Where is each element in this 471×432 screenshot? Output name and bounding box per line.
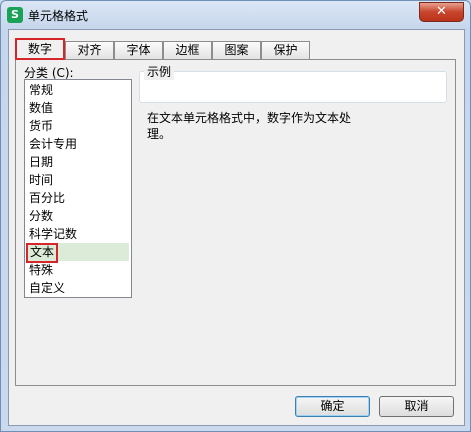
tab-number[interactable]: 数字 (15, 38, 65, 60)
category-item-number[interactable]: 数值 (27, 99, 129, 117)
tab-pattern[interactable]: 图案 (212, 41, 261, 59)
category-item-text-label: 文本 (26, 243, 59, 263)
category-item-currency[interactable]: 货币 (27, 117, 129, 135)
category-item-text[interactable]: 文本 (26, 243, 129, 263)
category-item-scientific[interactable]: 科学记数 (27, 225, 129, 243)
format-cells-dialog: S 单元格格式 ✕ 数字 对齐 字体 边框 图案 保护 分类 (C): 常规 数… (0, 0, 471, 432)
tab-protection[interactable]: 保护 (261, 41, 310, 59)
category-item-special[interactable]: 特殊 (27, 261, 129, 279)
category-item-fraction[interactable]: 分数 (27, 207, 129, 225)
tab-border[interactable]: 边框 (163, 41, 212, 59)
window-title: 单元格格式 (28, 9, 89, 23)
title-bar[interactable]: S 单元格格式 ✕ (1, 1, 470, 29)
tab-alignment[interactable]: 对齐 (65, 41, 114, 59)
category-list[interactable]: 常规 数值 货币 会计专用 日期 时间 百分比 分数 科学记数 文本 特殊 自定… (24, 79, 132, 298)
close-button[interactable]: ✕ (419, 2, 464, 22)
number-tab-panel: 分类 (C): 常规 数值 货币 会计专用 日期 时间 百分比 分数 科学记数 … (15, 59, 456, 386)
app-icon: S (7, 7, 23, 23)
category-item-custom[interactable]: 自定义 (27, 279, 129, 297)
sample-box (139, 71, 447, 103)
category-item-date[interactable]: 日期 (27, 153, 129, 171)
cancel-button[interactable]: 取消 (379, 396, 454, 417)
category-item-accounting[interactable]: 会计专用 (27, 135, 129, 153)
tab-font[interactable]: 字体 (114, 41, 163, 59)
category-item-time[interactable]: 时间 (27, 171, 129, 189)
category-item-general[interactable]: 常规 (27, 81, 129, 99)
category-item-percentage[interactable]: 百分比 (27, 189, 129, 207)
sample-legend: 示例 (144, 63, 175, 80)
dialog-client: 数字 对齐 字体 边框 图案 保护 分类 (C): 常规 数值 货币 会计专用 … (8, 29, 465, 426)
ok-button[interactable]: 确定 (295, 396, 370, 417)
format-description: 在文本单元格格式中，数字作为文本处理。 (147, 111, 352, 141)
